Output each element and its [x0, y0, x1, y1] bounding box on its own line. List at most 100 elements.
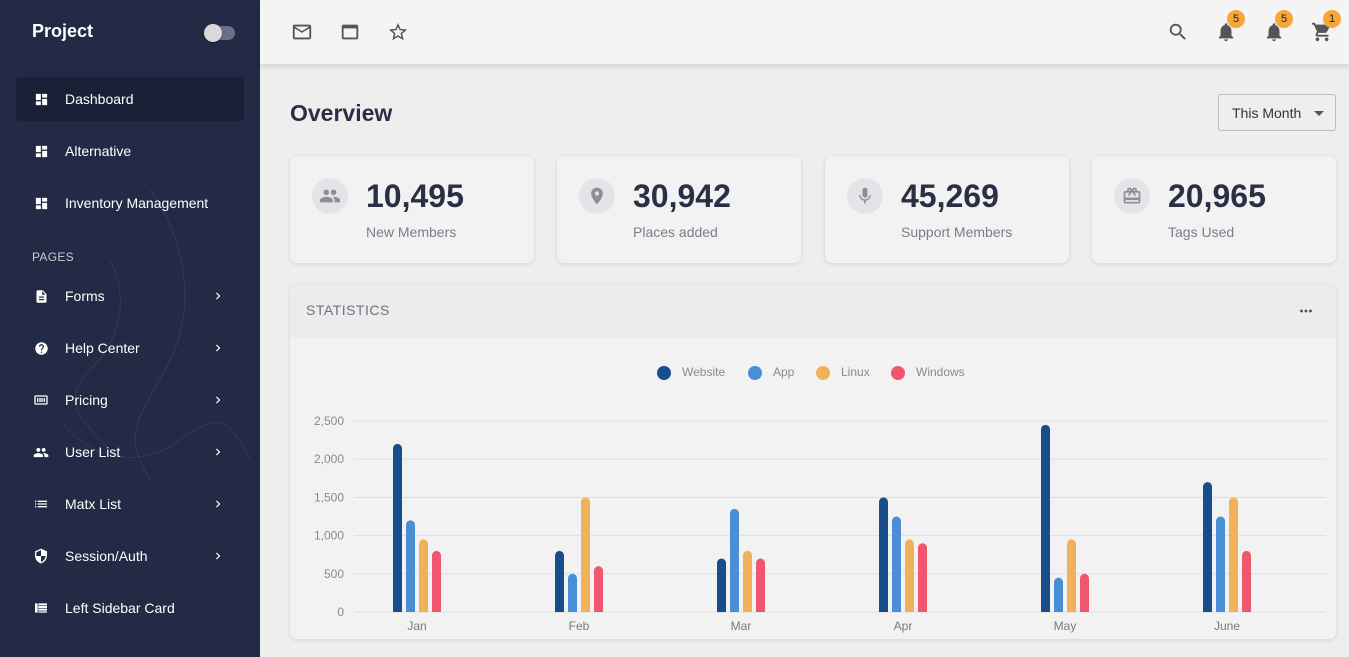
- sidebar-item-user-list[interactable]: User List: [16, 430, 244, 474]
- bar-base: [743, 556, 752, 612]
- help-icon: [33, 340, 49, 356]
- bar-base: [1203, 488, 1212, 612]
- bar-base: [892, 522, 901, 612]
- legend-marker: [891, 366, 905, 380]
- sidebar-compact-toggle[interactable]: [204, 24, 235, 42]
- bar-base: [730, 514, 739, 612]
- card-giftcard-icon: [1114, 178, 1150, 214]
- stat-label: Places added: [633, 224, 718, 240]
- bar-base: [1229, 503, 1238, 612]
- chevron-right-icon: [210, 444, 226, 460]
- search-icon[interactable]: [1166, 20, 1190, 44]
- bar-base: [555, 556, 564, 612]
- bar-base: [581, 503, 590, 612]
- stat-card-tags-used: 20,965 Tags Used: [1092, 156, 1336, 263]
- toggle-knob: [204, 24, 222, 42]
- stat-value: 30,942: [633, 178, 731, 214]
- sidebar-item-inventory-management[interactable]: Inventory Management: [16, 181, 244, 225]
- list-icon: [33, 496, 49, 512]
- people-icon: [312, 178, 348, 214]
- stat-card-places-added: 30,942 Places added: [557, 156, 801, 263]
- period-select[interactable]: This Month: [1218, 94, 1336, 131]
- sidebar-item-dashboard[interactable]: Dashboard: [16, 77, 244, 121]
- bar-base: [419, 545, 428, 612]
- app-brand: Project: [32, 21, 94, 41]
- sidebar-item-label: Session/Auth: [65, 548, 148, 564]
- sidebar-item-session-auth[interactable]: Session/Auth: [16, 534, 244, 578]
- x-tick-label: Apr: [894, 619, 913, 633]
- sidebar-item-label: User List: [65, 444, 121, 460]
- sidebar: Project Dashboard Alternative Inventory …: [0, 0, 260, 657]
- bar-base: [568, 579, 577, 612]
- dashboard-icon: [33, 91, 49, 107]
- y-tick-label: 0: [337, 605, 344, 619]
- stat-value: 20,965: [1168, 178, 1266, 214]
- legend-label: App: [773, 365, 795, 379]
- chevron-right-icon: [210, 392, 226, 408]
- stat-label: Tags Used: [1168, 224, 1235, 240]
- stat-label: Support Members: [901, 224, 1013, 240]
- caret-down-icon: [1314, 111, 1324, 116]
- stat-value: 10,495: [366, 178, 464, 214]
- cart-badge: 1: [1323, 10, 1341, 28]
- star-icon[interactable]: [386, 20, 410, 44]
- legend-marker: [748, 366, 762, 380]
- bar-base: [1041, 430, 1050, 612]
- sidebar-card-icon: [33, 600, 49, 616]
- y-tick-label: 500: [324, 567, 344, 581]
- mail-icon[interactable]: [290, 20, 314, 44]
- sidebar-item-label: Left Sidebar Card: [65, 600, 175, 616]
- legend-marker: [657, 366, 671, 380]
- sidebar-item-label: Help Center: [65, 340, 140, 356]
- cart-icon[interactable]: 1: [1310, 10, 1341, 44]
- statistics-card: STATISTICS 0 500 1,000 1,500 2,000 2,500 Websi…: [290, 284, 1336, 639]
- bar-base: [393, 449, 402, 612]
- sidebar-item-label: Dashboard: [65, 91, 134, 107]
- x-tick-label: Jan: [407, 619, 426, 633]
- x-tick-label: May: [1054, 619, 1077, 633]
- chevron-right-icon: [210, 548, 226, 564]
- bar-base: [1242, 556, 1251, 612]
- description-icon: [33, 288, 49, 304]
- y-tick-label: 2,000: [314, 452, 344, 466]
- notification-icon[interactable]: 5: [1214, 10, 1245, 44]
- stat-value: 45,269: [901, 178, 999, 214]
- y-tick-label: 1,500: [314, 490, 344, 504]
- bar-base: [905, 545, 914, 612]
- period-select-value: This Month: [1232, 104, 1302, 121]
- topbar: 5 5 1: [260, 0, 1349, 64]
- page-title: Overview: [290, 100, 393, 126]
- notification-icon[interactable]: 5: [1262, 10, 1293, 44]
- bar-base: [1216, 522, 1225, 612]
- window-icon[interactable]: [338, 20, 362, 44]
- sidebar-item-alternative[interactable]: Alternative: [16, 129, 244, 173]
- y-tick-label: 2,500: [314, 414, 344, 428]
- mic-icon: [847, 178, 883, 214]
- chevron-right-icon: [210, 496, 226, 512]
- sidebar-item-matx-list[interactable]: Matx List: [16, 482, 244, 526]
- sidebar-item-pricing[interactable]: Pricing: [16, 378, 244, 422]
- x-tick-label: June: [1214, 619, 1240, 633]
- y-tick-label: 1,000: [314, 529, 344, 543]
- bar-base: [1067, 545, 1076, 612]
- bar-base: [918, 549, 927, 612]
- sidebar-item-label: Inventory Management: [65, 195, 209, 211]
- sidebar-item-help-center[interactable]: Help Center: [16, 326, 244, 370]
- people-icon: [33, 444, 49, 460]
- x-tick-label: Mar: [731, 619, 752, 633]
- bar-base: [1054, 583, 1063, 612]
- sidebar-section-label: PAGES: [32, 250, 74, 264]
- legend-label: Website: [682, 365, 725, 379]
- chevron-right-icon: [210, 340, 226, 356]
- bar-base: [432, 556, 441, 612]
- sidebar-item-left-sidebar-card[interactable]: Left Sidebar Card: [16, 586, 244, 630]
- legend-label: Windows: [916, 365, 965, 379]
- legend-label: Linux: [841, 365, 870, 379]
- dashboard-icon: [33, 143, 49, 159]
- dashboard-icon: [33, 195, 49, 211]
- notification-badge: 5: [1275, 10, 1293, 28]
- sidebar-item-label: Matx List: [65, 496, 122, 512]
- sidebar-item-forms[interactable]: Forms: [16, 274, 244, 318]
- bar-base: [756, 564, 765, 612]
- legend-marker: [816, 366, 830, 380]
